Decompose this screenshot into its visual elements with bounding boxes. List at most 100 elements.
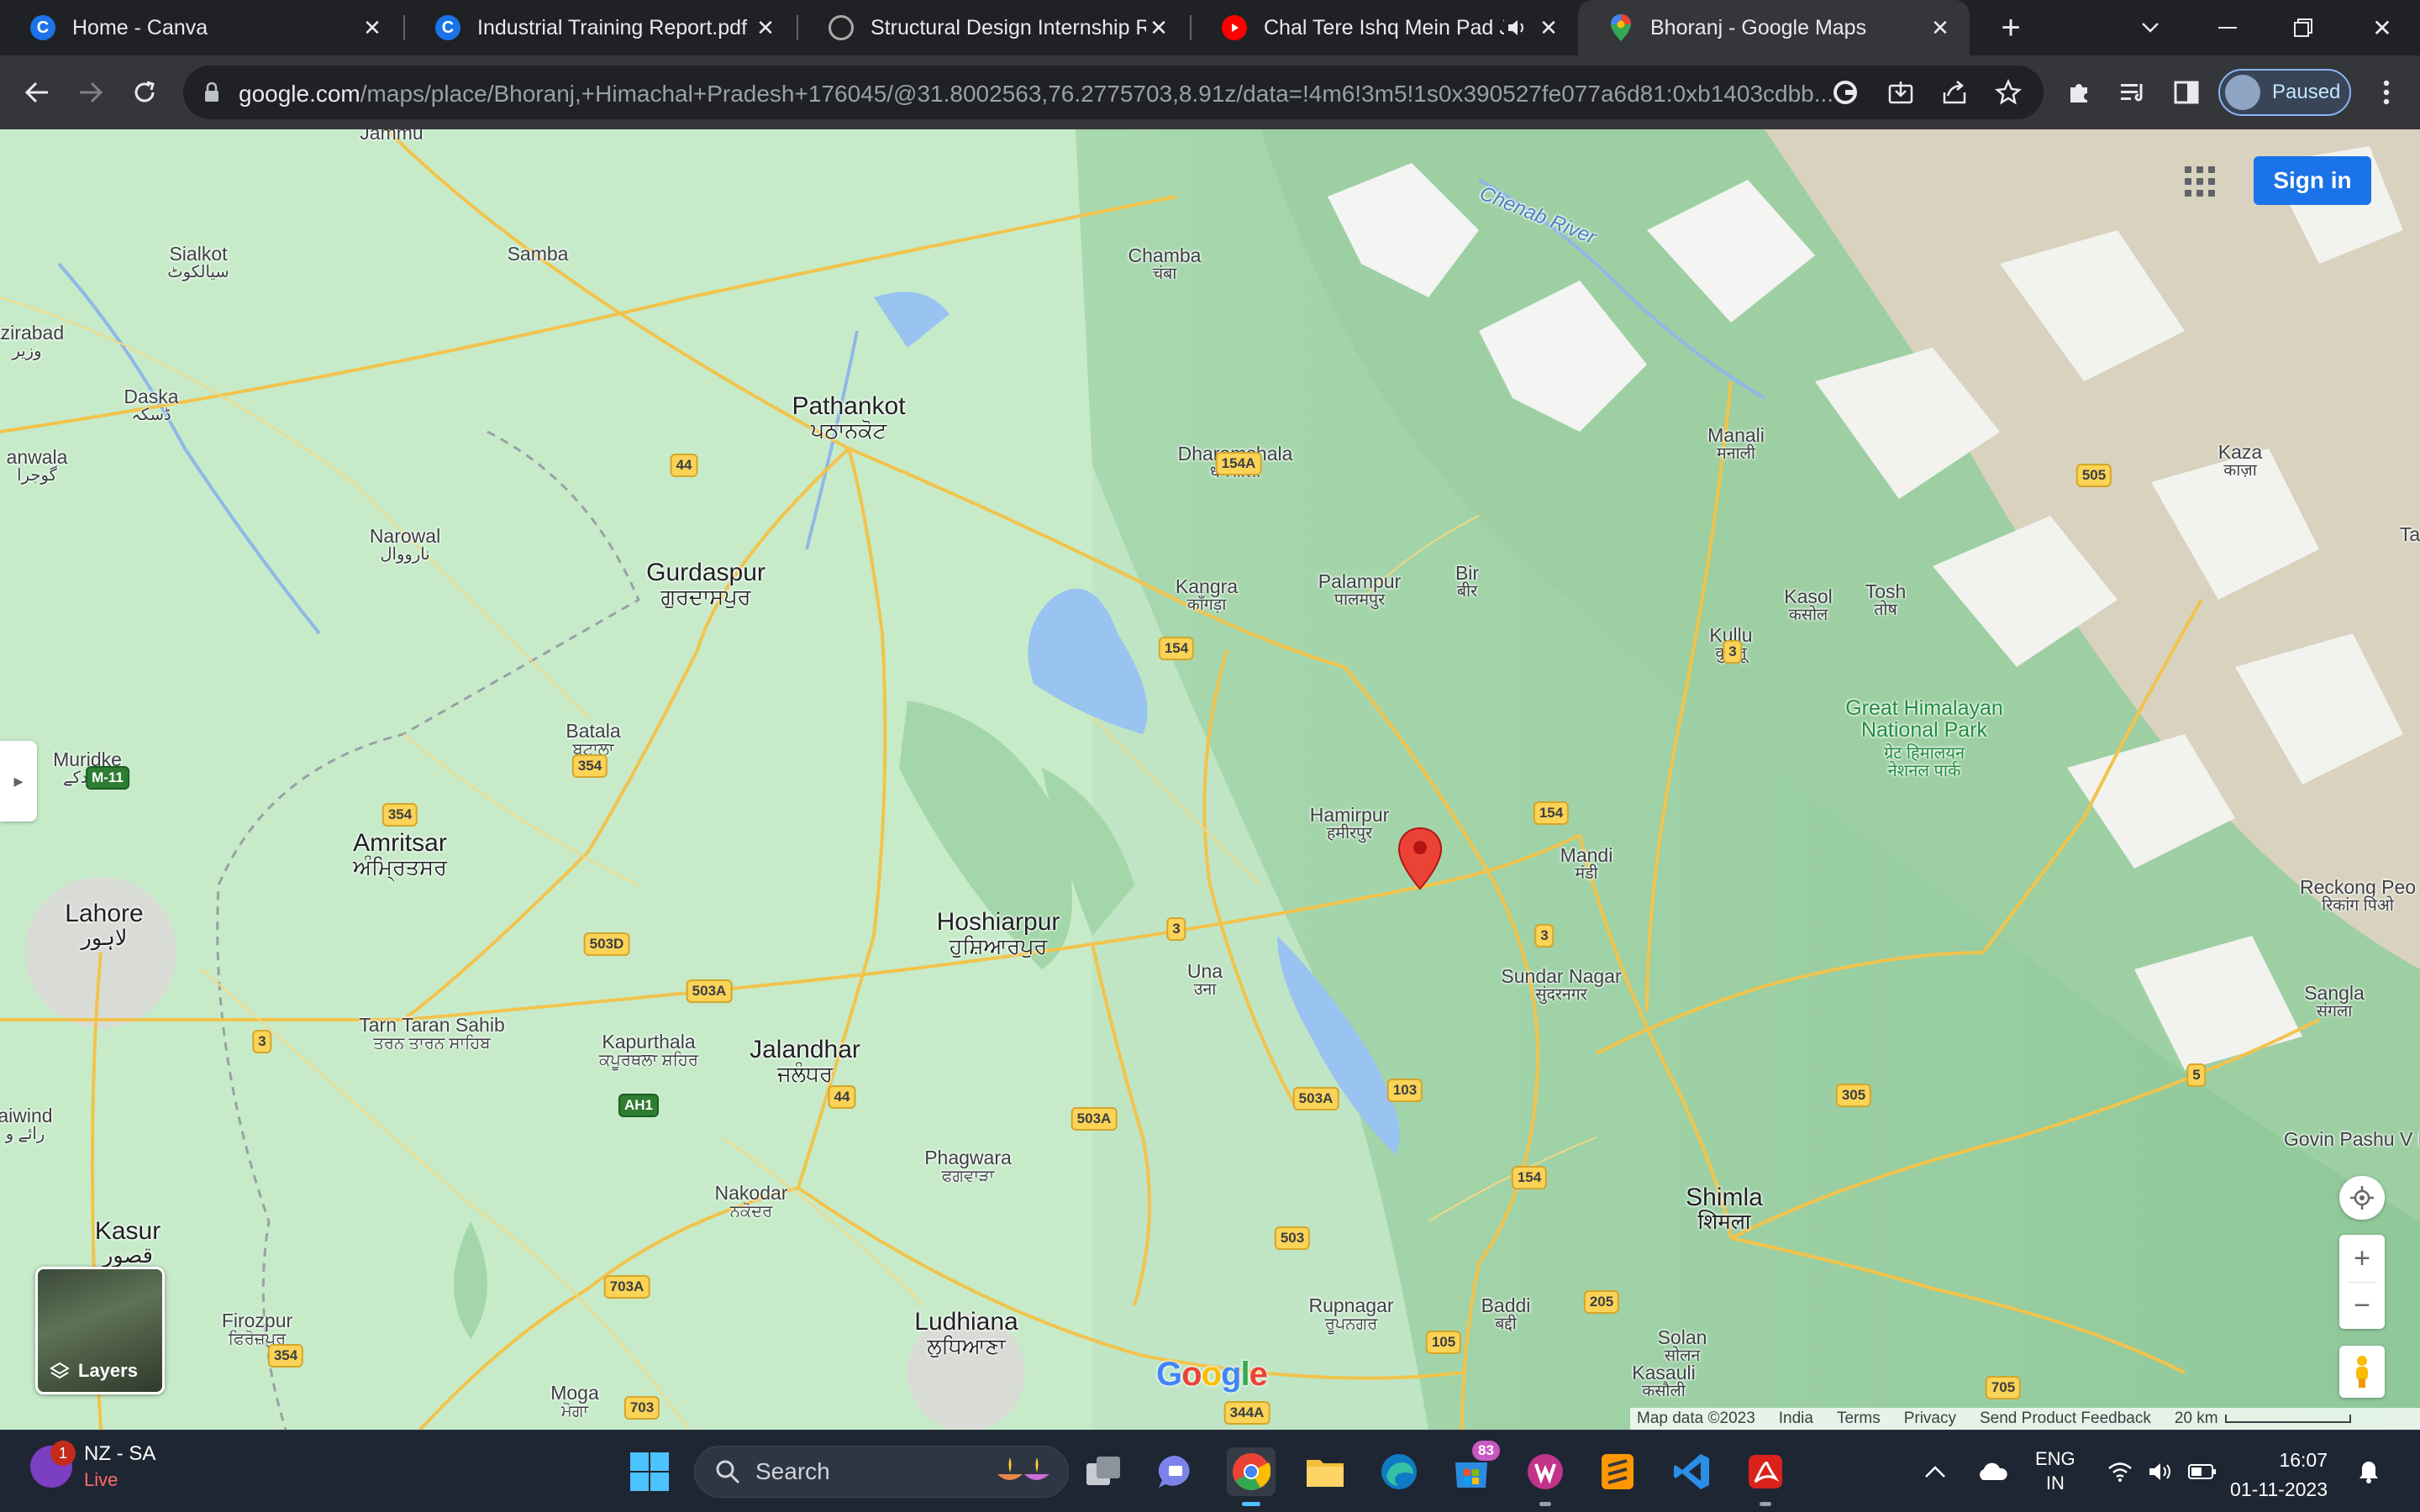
acrobat-reader-icon[interactable] (1741, 1447, 1790, 1506)
place-label[interactable]: Bir बीर (1455, 563, 1479, 601)
place-label[interactable]: Sialkot سیالکوٹ (167, 244, 229, 281)
zoom-out-button[interactable]: − (2354, 1283, 2370, 1329)
reload-icon[interactable] (126, 74, 163, 111)
place-label[interactable]: Reckong Peo रिकांग पिओ (2300, 877, 2416, 915)
park-label[interactable]: Great Himalayan National Park ग्रेट हिमा… (1840, 697, 2008, 780)
profile-button[interactable]: Paused (2218, 69, 2351, 116)
taskbar-clock[interactable]: 16:07 01-11-2023 (2210, 1446, 2328, 1504)
location-pin-icon[interactable] (1397, 827, 1444, 890)
language-indicator[interactable]: ENG IN (2035, 1431, 2075, 1512)
place-label[interactable]: Amritsar ਅੰਮ੍ਰਿਤਸਰ (353, 830, 447, 879)
sign-in-button[interactable]: Sign in (2254, 156, 2371, 205)
url-text[interactable]: google.com/maps/place/Bhoranj,+Himachal+… (239, 81, 1835, 108)
place-label[interactable]: Manali मनाली (1707, 425, 1765, 463)
teams-chat-icon[interactable] (1151, 1447, 1200, 1496)
kebab-menu-icon[interactable] (2368, 74, 2405, 111)
new-tab-button[interactable]: + (1991, 8, 2030, 47)
tab-google-maps[interactable]: Bhoranj - Google Maps ✕ (1578, 0, 1970, 55)
bookmark-star-icon[interactable] (1995, 78, 2022, 110)
google-lens-icon[interactable] (1832, 79, 1859, 110)
tab-structural-design[interactable]: Structural Design Internship Re ✕ (798, 0, 1188, 55)
region-link[interactable]: India (1779, 1410, 1813, 1428)
place-label[interactable]: Kaza काज़ा (2218, 442, 2262, 480)
feedback-link[interactable]: Send Product Feedback (1980, 1410, 2151, 1428)
terms-link[interactable]: Terms (1837, 1410, 1881, 1428)
place-label[interactable]: Ta (2400, 524, 2420, 544)
tab-search-chevron-icon[interactable] (2112, 0, 2188, 55)
speaker-icon[interactable] (1504, 15, 1529, 40)
close-tab-icon[interactable]: ✕ (753, 15, 778, 40)
place-label[interactable]: Kasol कसोल (1784, 586, 1833, 624)
extensions-icon[interactable] (2060, 74, 2097, 111)
place-label[interactable]: azirabadوزیر (0, 323, 64, 360)
place-label[interactable]: Solan सोलन (1658, 1327, 1707, 1365)
place-label[interactable]: Jammu (360, 129, 423, 143)
place-label[interactable]: Samba (508, 244, 569, 264)
close-tab-icon[interactable]: ✕ (360, 15, 385, 40)
map-canvas[interactable]: Sign in ▸ Jammu Sialkot سیالکوٹ Samba Daska ڈ… (0, 129, 2420, 1430)
place-label[interactable]: Gurdaspur ਗੁਰਦਾਸਪੁਰ (646, 559, 765, 608)
close-tab-icon[interactable]: ✕ (1536, 15, 1561, 40)
place-label[interactable]: Hamirpur हमीरपुर (1310, 805, 1390, 843)
google-apps-icon[interactable] (2185, 166, 2215, 197)
place-label[interactable]: aiwind رائے و (0, 1105, 53, 1143)
side-panel-icon[interactable] (2168, 74, 2205, 111)
close-tab-icon[interactable]: ✕ (1928, 15, 1953, 40)
place-label[interactable]: Kasauli कसौली (1632, 1362, 1695, 1400)
layers-button[interactable]: Layers (35, 1267, 165, 1394)
show-hidden-icons[interactable] (1924, 1431, 1946, 1512)
place-label[interactable]: Ludhiana ਲੁਧਿਆਣਾ (914, 1309, 1018, 1357)
vscode-icon[interactable] (1667, 1447, 1716, 1496)
chrome-icon[interactable] (1227, 1447, 1276, 1506)
taskbar-search[interactable]: Search (694, 1446, 1069, 1498)
place-label[interactable]: Palampur पालमपुर (1318, 571, 1401, 609)
place-label[interactable]: Nakodar ਨਕੋਦਰ (715, 1183, 788, 1221)
store-icon[interactable]: 83 (1447, 1441, 1500, 1496)
place-label[interactable]: Pathankot ਪਠਾਨਕੋਟ (792, 393, 905, 442)
zoom-in-button[interactable]: + (2354, 1235, 2370, 1282)
edge-icon[interactable] (1375, 1447, 1423, 1496)
place-label[interactable]: Kangra काँगड़ा (1176, 576, 1238, 614)
place-label[interactable]: Kapurthala ਕਪੂਰਥਲਾ ਸ਼ਹਿਰ (599, 1032, 698, 1069)
back-arrow-icon[interactable] (18, 74, 55, 111)
place-label[interactable]: Lahore لاہور (65, 900, 143, 949)
tab-youtube[interactable]: Chal Tere Ishq Mein Pad Ja ✕ (1192, 0, 1578, 55)
scale-control[interactable]: 20 km (2175, 1410, 2351, 1428)
tab-canva-home[interactable]: C Home - Canva ✕ (0, 0, 402, 55)
address-bar[interactable]: google.com/maps/place/Bhoranj,+Himachal+… (183, 66, 2044, 119)
place-label[interactable]: Mandi मंडी (1560, 845, 1613, 883)
my-location-button[interactable] (2339, 1176, 2385, 1220)
task-view-icon[interactable] (1079, 1447, 1128, 1496)
weather-widget[interactable]: 1 NZ - SA Live (30, 1441, 155, 1491)
quick-settings[interactable] (2107, 1431, 2217, 1512)
street-view-pegman[interactable] (2339, 1346, 2385, 1398)
minimize-button[interactable] (2190, 0, 2265, 55)
privacy-link[interactable]: Privacy (1904, 1410, 1956, 1428)
place-label[interactable]: Firozpur ਫਿਰੋਜ਼ਪੁਰ (222, 1310, 292, 1348)
place-label[interactable]: Daska ڈسکہ (124, 386, 178, 424)
media-controls-icon[interactable] (2114, 74, 2151, 111)
place-label[interactable]: Sangla संगला (2304, 983, 2365, 1021)
wps-office-icon[interactable] (1521, 1447, 1570, 1506)
lock-icon[interactable] (203, 81, 220, 107)
place-label[interactable]: Rupnagar ਰੂਪਨਗਰ (1308, 1295, 1393, 1333)
close-window-button[interactable]: ✕ (2344, 0, 2420, 55)
place-label[interactable]: Moga ਮੋਗਾ (550, 1383, 599, 1420)
forward-arrow-icon[interactable] (72, 74, 109, 111)
place-label[interactable]: Phagwara ਫਗਵਾੜਾ (924, 1147, 1012, 1185)
notification-bell-icon[interactable] (2358, 1431, 2380, 1512)
file-explorer-icon[interactable] (1301, 1447, 1349, 1496)
place-label[interactable]: Hoshiarpur ਹੁਸ਼ਿਆਰਪੁਰ (937, 909, 1060, 958)
place-label[interactable]: Shimla शिमला (1686, 1184, 1763, 1233)
place-label[interactable]: Sundar Nagar सुंदरनगर (1501, 966, 1621, 1004)
onedrive-icon[interactable] (1976, 1431, 2008, 1512)
start-button[interactable] (625, 1447, 674, 1496)
place-label[interactable]: Govin Pashu V National (2284, 1129, 2420, 1149)
place-label[interactable]: Baddi बद्दी (1481, 1295, 1531, 1333)
place-label[interactable]: Chamba चंबा (1128, 245, 1202, 283)
expand-side-panel-button[interactable]: ▸ (0, 741, 37, 822)
share-icon[interactable] (1941, 79, 1968, 110)
install-app-icon[interactable] (1887, 79, 1914, 110)
place-label[interactable]: Jalandhar ਜਲੰਧਰ (750, 1037, 860, 1085)
place-label[interactable]: anwala گوجرا (7, 447, 68, 485)
